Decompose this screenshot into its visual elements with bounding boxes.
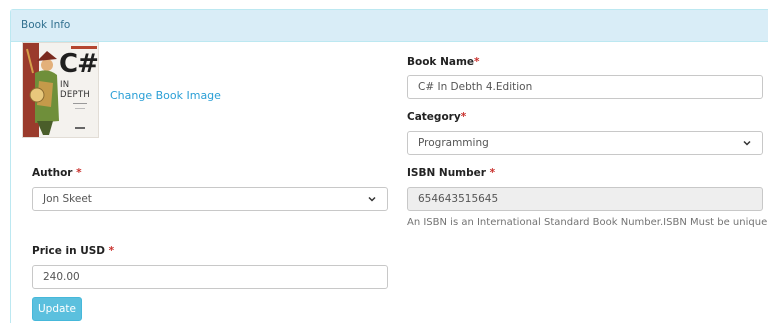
book-name-value: C# In Debth 4.Edition: [418, 81, 533, 93]
author-label-text: Author: [32, 167, 73, 179]
price-value: 240.00: [43, 271, 80, 283]
author-label: Author *: [32, 167, 82, 179]
required-marker: *: [72, 167, 82, 179]
book-name-input[interactable]: C# In Debth 4.Edition: [407, 75, 763, 99]
isbn-value: 654643515645: [418, 193, 499, 205]
category-value: Programming: [418, 137, 489, 149]
isbn-label: ISBN Number *: [407, 167, 495, 179]
book-name-label: Book Name*: [407, 56, 480, 68]
cover-publisher-mark: [75, 127, 85, 129]
required-marker: *: [474, 56, 480, 68]
cover-title-big: C#: [59, 49, 98, 79]
author-select[interactable]: Jon Skeet: [32, 187, 388, 211]
price-label-text: Price in USD: [32, 245, 106, 257]
price-label: Price in USD *: [32, 245, 114, 257]
required-marker: *: [105, 245, 115, 257]
cover-title-small: IN DEPTH: [60, 80, 91, 100]
book-name-label-text: Book Name: [407, 56, 475, 68]
cover-divider: [73, 103, 87, 104]
chevron-down-icon: [742, 138, 752, 148]
isbn-help-text: An ISBN is an International Standard Boo…: [407, 217, 768, 228]
isbn-label-text: ISBN Number: [407, 167, 486, 179]
required-marker: *: [460, 111, 467, 123]
required-marker: *: [485, 167, 496, 179]
author-value: Jon Skeet: [43, 193, 92, 205]
isbn-input[interactable]: 654643515645: [407, 187, 763, 211]
panel-heading: Book Info: [11, 10, 768, 42]
update-button[interactable]: Update: [32, 297, 82, 321]
category-select[interactable]: Programming: [407, 131, 763, 155]
chevron-down-icon: [367, 194, 377, 204]
book-cover-image: C# IN DEPTH: [22, 42, 99, 138]
price-input[interactable]: 240.00: [32, 265, 388, 289]
category-label-text: Category: [407, 111, 461, 123]
change-book-image-link[interactable]: Change Book Image: [110, 89, 221, 102]
category-label: Category*: [407, 111, 466, 123]
cover-divider: [75, 108, 85, 109]
